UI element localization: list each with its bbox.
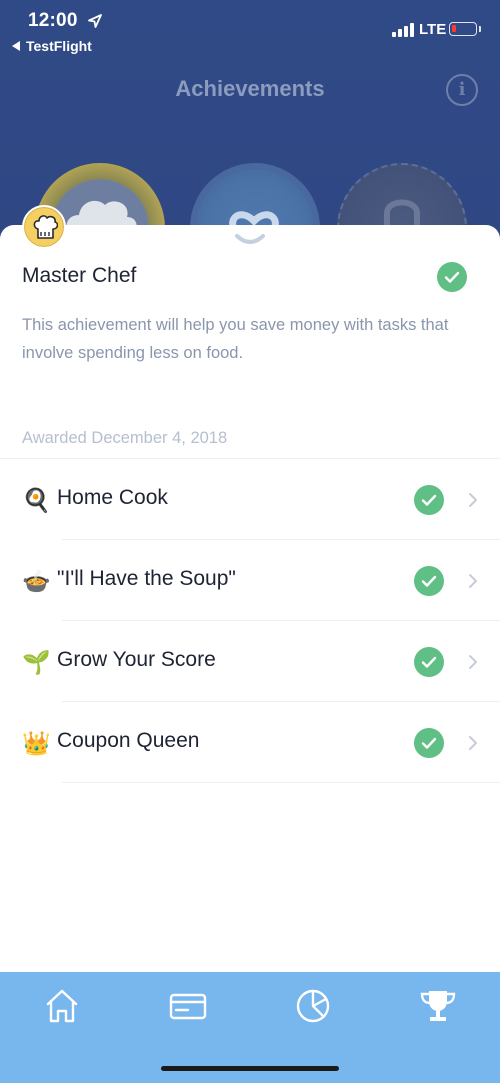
check-icon [414, 485, 444, 515]
check-icon [414, 647, 444, 677]
back-arrow-icon [12, 41, 20, 51]
task-list: 🍳 Home Cook 🍲 "I'll Have the Soup" 🌱 Gro… [0, 458, 500, 783]
achievement-complete-check-icon [437, 262, 467, 292]
chevron-right-icon [469, 655, 477, 669]
chevron-right-icon [469, 736, 477, 750]
achievement-icon [22, 205, 66, 249]
list-item[interactable]: 🌱 Grow Your Score [0, 621, 500, 702]
status-time: 12:00 [28, 10, 78, 31]
trophy-icon[interactable] [418, 986, 458, 1026]
location-arrow-icon [88, 14, 102, 28]
list-item[interactable]: 🍲 "I'll Have the Soup" [0, 540, 500, 621]
list-item[interactable]: 🍳 Home Cook [0, 459, 500, 540]
page-title: Achievements [175, 76, 325, 101]
status-bar: 12:00 TestFlight LTE [0, 0, 500, 60]
list-item[interactable]: 👑 Coupon Queen [0, 702, 500, 783]
frying-pan-icon: 🍳 [22, 487, 51, 513]
collapse-chevron-icon[interactable] [234, 233, 266, 247]
back-app-label: TestFlight [26, 38, 92, 54]
home-indicator [161, 1066, 339, 1071]
seedling-icon: 🌱 [22, 649, 51, 675]
check-icon [414, 566, 444, 596]
card-icon[interactable] [168, 986, 208, 1026]
achievement-description: This achievement will help you save mone… [22, 316, 449, 362]
row-divider [62, 782, 500, 783]
info-button[interactable]: i [446, 74, 478, 106]
network-type: LTE [419, 21, 447, 38]
crown-icon: 👑 [22, 730, 51, 756]
task-label: Home Cook [57, 486, 168, 509]
back-to-app-link[interactable]: TestFlight [12, 38, 92, 54]
chevron-right-icon [469, 493, 477, 507]
chevron-right-icon [469, 574, 477, 588]
task-label: "I'll Have the Soup" [57, 567, 236, 590]
task-label: Coupon Queen [57, 729, 200, 752]
check-icon [414, 728, 444, 758]
awarded-date: Awarded December 4, 2018 [22, 429, 228, 447]
signal-icon [392, 23, 414, 37]
header-background: 12:00 TestFlight LTE Achievements i [0, 0, 500, 293]
pie-chart-icon[interactable] [293, 986, 333, 1026]
achievement-title: Master Chef [22, 264, 137, 287]
battery-cap [479, 26, 481, 32]
battery-icon [449, 22, 477, 36]
task-label: Grow Your Score [57, 648, 216, 671]
soup-bowl-icon: 🍲 [22, 568, 51, 594]
home-icon[interactable] [42, 986, 82, 1026]
info-icon: i [458, 79, 466, 100]
chef-hat-icon [33, 215, 58, 239]
